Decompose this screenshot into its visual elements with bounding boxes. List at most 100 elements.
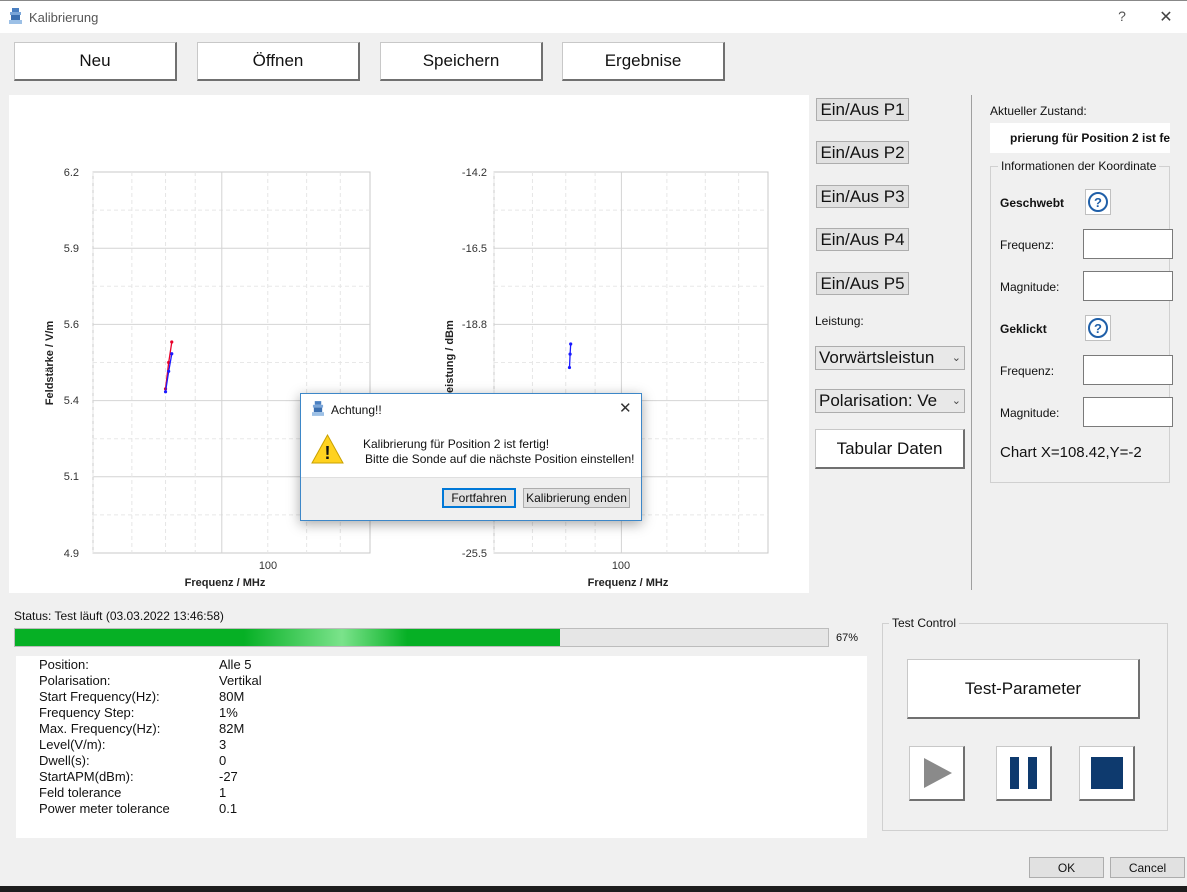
toggle-p2-button[interactable]: Ein/Aus P2 [816,141,909,164]
toggle-p1-button[interactable]: Ein/Aus P1 [816,98,909,121]
parameter-panel: Position: Alle 5 Polarisation: Vertikal … [16,656,867,838]
param-name: Level(V/m): [39,737,106,752]
taskbar-strip [0,886,1187,892]
param-value: -27 [219,769,238,784]
data-point [170,352,174,356]
x-tick-label: 100 [612,560,630,572]
ergebnise-button[interactable]: Ergebnise [562,42,725,81]
y-tick-label: 5.9 [64,243,79,255]
geklickt-magnitude-label: Magnitude: [1000,406,1060,420]
geklickt-help-button[interactable]: ? [1085,315,1111,341]
tabular-daten-button[interactable]: Tabular Daten [815,429,965,469]
geklickt-frequenz-field[interactable] [1083,355,1173,385]
state-label: Aktueller Zustand: [990,104,1087,118]
param-name: Max. Frequency(Hz): [39,721,161,736]
y-axis-title: Feldstärke / V/m [44,321,56,406]
state-display: prierung für Position 2 ist fe [990,123,1170,153]
param-value: 0 [219,753,227,768]
param-value: 0.1 [219,801,238,816]
param-name: StartAPM(dBm): [39,769,134,784]
window-title: Kalibrierung [29,10,99,25]
svg-text:!: ! [325,443,331,463]
param-value: 1 [219,785,227,800]
warning-dialog: Achtung!! ✕ ! Kalibrierung für Position … [300,393,642,521]
dialog-message-line2: Bitte die Sonde auf die nächste Position… [365,452,635,466]
test-parameter-button[interactable]: Test-Parameter [907,659,1140,719]
app-icon [312,401,324,416]
toggle-p5-button[interactable]: Ein/Aus P5 [816,272,909,295]
ok-button[interactable]: OK [1029,857,1104,878]
geschwebt-magnitude-field[interactable] [1083,271,1173,301]
x-tick-label: 100 [259,560,277,572]
app-icon [9,8,22,24]
chart-right: -14.2 -16.5 -18.8 -25.5 100 Frequenz / M… [444,167,769,589]
status-text: Status: Test läuft (03.03.2022 13:46:58) [14,609,224,623]
param-value: 82M [219,721,245,736]
play-button[interactable] [909,746,965,801]
y-tick-label: 5.4 [64,395,79,407]
stop-button[interactable] [1079,746,1135,801]
y-tick-label: 5.6 [64,319,79,331]
geschwebt-frequenz-label: Frequenz: [1000,238,1055,252]
y-tick-label: -18.8 [462,319,487,331]
geschwebt-label: Geschwebt [1000,196,1065,210]
leistung-select-value: Vorwärtsleistun [819,348,935,367]
param-name: Position: [39,657,89,672]
pause-icon [1009,757,1037,789]
y-tick-label: -14.2 [462,167,487,179]
help-icon: ? [1088,318,1108,338]
param-name: Power meter tolerance [39,801,170,816]
geschwebt-help-button[interactable]: ? [1085,189,1111,215]
test-control-title: Test Control [889,616,960,630]
chart-left: 6.2 5.9 5.6 5.4 5.1 4.9 100 Frequenz / M… [44,167,371,589]
param-name: Start Frequency(Hz): [39,689,160,704]
calibration-window: Kalibrierung ? ✕ Neu Öffnen Speichern Er… [0,0,1187,886]
oeffnen-button[interactable]: Öffnen [197,42,360,81]
param-name: Frequency Step: [39,705,135,720]
param-value: 80M [219,689,245,704]
play-icon [923,758,952,788]
x-axis-title: Frequenz / MHz [588,577,669,589]
toggle-p3-button[interactable]: Ein/Aus P3 [816,185,909,208]
fortfahren-button[interactable]: Fortfahren [442,488,516,508]
chevron-down-icon: ⌄ [949,390,961,412]
help-icon: ? [1088,192,1108,212]
dialog-title-bar: Achtung!! ✕ [301,394,641,424]
leistung-select[interactable]: Vorwärtsleistun ⌄ [815,346,965,370]
geschwebt-frequenz-field[interactable] [1083,229,1173,259]
leistung-label: Leistung: [815,314,864,328]
polarisation-select[interactable]: Polarisation: Ve ⌄ [815,389,965,413]
y-tick-label: 5.1 [64,471,79,483]
data-point [163,390,168,394]
close-button[interactable]: ✕ [1156,7,1176,27]
x-axis-title: Frequenz / MHz [185,577,266,589]
kalibrierung-enden-button[interactable]: Kalibrierung enden [523,488,630,508]
neu-button[interactable]: Neu [14,42,177,81]
toggle-p4-button[interactable]: Ein/Aus P4 [816,228,909,251]
data-point [167,369,171,373]
geschwebt-magnitude-label: Magnitude: [1000,280,1060,294]
warning-icon: ! [311,434,344,464]
y-tick-label: 4.9 [64,548,79,560]
geklickt-frequenz-label: Frequenz: [1000,364,1055,378]
progress-bar [14,628,829,647]
title-bar: Kalibrierung ? ✕ [0,1,1187,33]
data-point [567,365,572,370]
geklickt-magnitude-field[interactable] [1083,397,1173,427]
data-point [569,342,573,346]
param-value: Alle 5 [219,657,252,672]
chart-coordinate-readout: Chart X=108.42,Y=-2 [1000,444,1142,461]
param-name: Feld tolerance [39,785,122,800]
help-button[interactable]: ? [1113,8,1131,24]
vertical-divider [971,95,972,590]
dialog-close-button[interactable]: ✕ [619,399,632,417]
speichern-button[interactable]: Speichern [380,42,543,81]
progress-fill [15,629,560,646]
y-tick-label: -25.5 [462,548,487,560]
cancel-button[interactable]: Cancel [1110,857,1185,878]
pause-button[interactable] [996,746,1052,801]
param-value: 1% [219,705,238,720]
data-point [170,340,174,344]
stop-icon [1090,757,1123,789]
y-tick-label: -16.5 [462,243,487,255]
